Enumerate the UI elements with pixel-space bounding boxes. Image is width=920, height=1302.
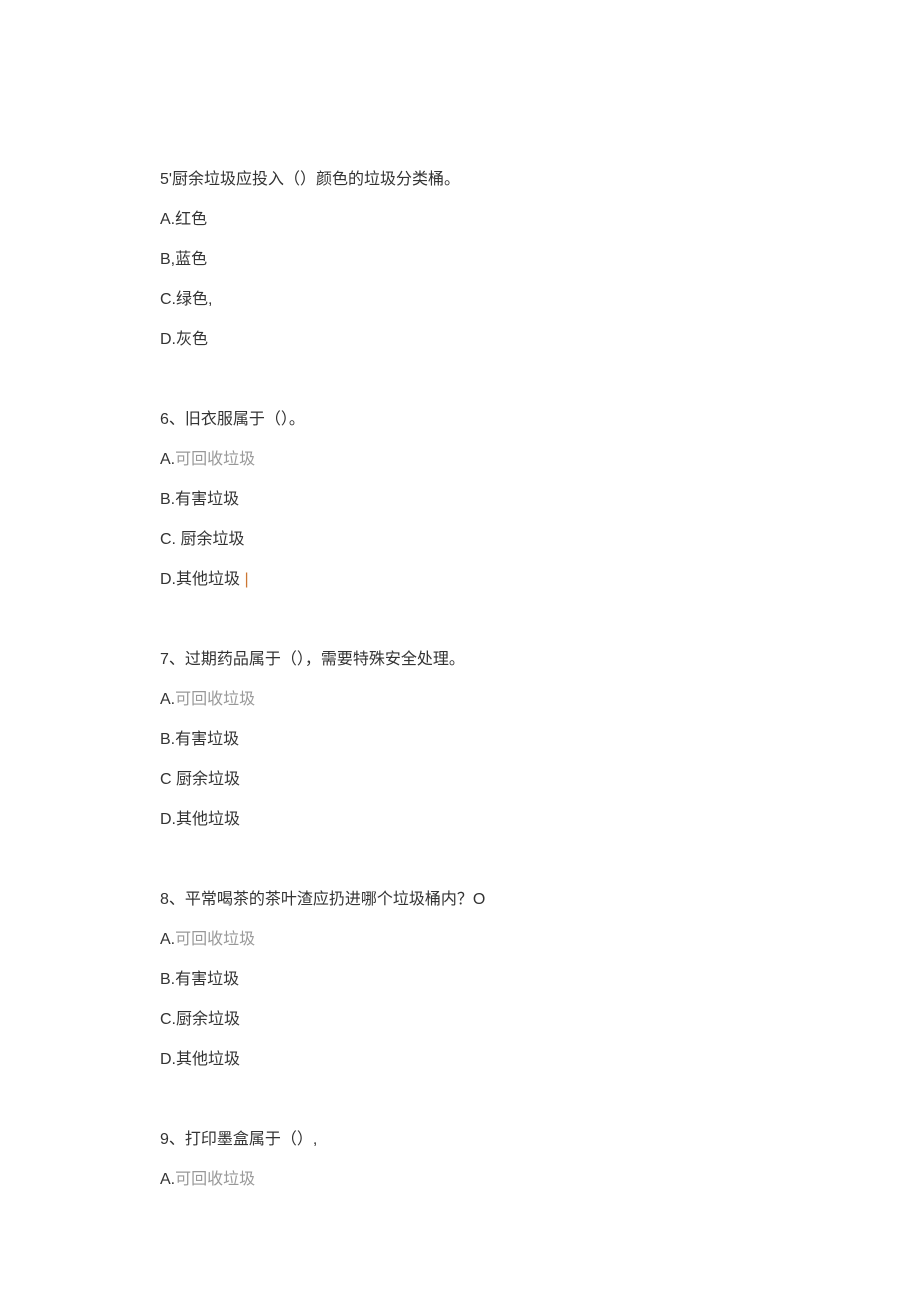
question-stem: 过期药品属于（），需要特殊安全处理。: [185, 651, 465, 668]
option: B.有害垃圾: [160, 960, 760, 1000]
question-stem: 平常喝茶的茶叶渣应扔进哪个垃圾桶内？O: [185, 891, 485, 908]
option: C.绿色,: [160, 280, 760, 320]
option-label: B,: [160, 251, 175, 268]
option-label: B.: [160, 491, 175, 508]
option-label: B.: [160, 731, 175, 748]
option-label: C.: [160, 531, 180, 548]
question-number: 7、: [160, 651, 185, 668]
option: B.有害垃圾: [160, 720, 760, 760]
option-label: D.: [160, 571, 176, 588]
option-label: A.: [160, 691, 175, 708]
option: A.红色: [160, 200, 760, 240]
option: A.可回收垃圾: [160, 440, 760, 480]
option-label: C: [160, 771, 176, 788]
option-label: C.: [160, 291, 176, 308]
option-label: A.: [160, 1171, 175, 1188]
question-block: 5'厨余垃圾应投入（）颜色的垃圾分类桶。A.红色B,蓝色C.绿色,D.灰色: [160, 160, 760, 360]
question-block: 7、过期药品属于（），需要特殊安全处理。A.可回收垃圾B.有害垃圾C 厨余垃圾D…: [160, 640, 760, 840]
option: A.可回收垃圾: [160, 920, 760, 960]
question-block: 8、平常喝茶的茶叶渣应扔进哪个垃圾桶内？OA.可回收垃圾B.有害垃圾C.厨余垃圾…: [160, 880, 760, 1080]
option-text: 可回收垃圾: [175, 691, 255, 708]
question-stem: 厨余垃圾应投入（）颜色的垃圾分类桶。: [172, 171, 460, 188]
option-text: 可回收垃圾: [175, 931, 255, 948]
option: A.可回收垃圾: [160, 1160, 760, 1200]
option-text: 厨余垃圾: [176, 1011, 240, 1028]
option-text: 有害垃圾: [175, 971, 239, 988]
question-block: 6、旧衣服属于（）。A.可回收垃圾B.有害垃圾C. 厨余垃圾D.其他垃圾 |: [160, 400, 760, 600]
option-label: C.: [160, 1011, 176, 1028]
question-text: 7、过期药品属于（），需要特殊安全处理。: [160, 640, 760, 680]
question-text: 6、旧衣服属于（）。: [160, 400, 760, 440]
option: A.可回收垃圾: [160, 680, 760, 720]
option: C.厨余垃圾: [160, 1000, 760, 1040]
option: D.其他垃圾: [160, 1040, 760, 1080]
option-text: 厨余垃圾: [180, 531, 244, 548]
option-label: D.: [160, 811, 176, 828]
question-number: 8、: [160, 891, 185, 908]
option: D.其他垃圾 |: [160, 560, 760, 600]
cursor-mark: |: [240, 571, 249, 588]
question-number: 5': [160, 171, 172, 188]
option: B.有害垃圾: [160, 480, 760, 520]
question-number: 6、: [160, 411, 185, 428]
document-content: 5'厨余垃圾应投入（）颜色的垃圾分类桶。A.红色B,蓝色C.绿色,D.灰色6、旧…: [160, 160, 760, 1200]
option-text: 蓝色: [175, 251, 207, 268]
question-block: 9、打印墨盒属于（）,A.可回收垃圾: [160, 1120, 760, 1200]
option-text: 有害垃圾: [175, 491, 239, 508]
option-text: 绿色,: [176, 291, 212, 308]
option-text: 灰色: [176, 331, 208, 348]
option-label: B.: [160, 971, 175, 988]
option-text: 其他垃圾: [176, 571, 240, 588]
option-label: A.: [160, 451, 175, 468]
question-stem: 旧衣服属于（）。: [185, 411, 305, 428]
option-label: A.: [160, 211, 175, 228]
option-text: 有害垃圾: [175, 731, 239, 748]
option: C 厨余垃圾: [160, 760, 760, 800]
option: B,蓝色: [160, 240, 760, 280]
option-text: 厨余垃圾: [176, 771, 240, 788]
question-text: 9、打印墨盒属于（）,: [160, 1120, 760, 1160]
question-text: 8、平常喝茶的茶叶渣应扔进哪个垃圾桶内？O: [160, 880, 760, 920]
option: C. 厨余垃圾: [160, 520, 760, 560]
option-text: 其他垃圾: [176, 1051, 240, 1068]
option: D.灰色: [160, 320, 760, 360]
question-number: 9、: [160, 1131, 185, 1148]
question-stem: 打印墨盒属于（）,: [185, 1131, 317, 1148]
option-label: A.: [160, 931, 175, 948]
option-text: 红色: [175, 211, 207, 228]
option-label: D.: [160, 1051, 176, 1068]
option-text: 可回收垃圾: [175, 451, 255, 468]
option-label: D.: [160, 331, 176, 348]
question-text: 5'厨余垃圾应投入（）颜色的垃圾分类桶。: [160, 160, 760, 200]
option-text: 其他垃圾: [176, 811, 240, 828]
option: D.其他垃圾: [160, 800, 760, 840]
option-text: 可回收垃圾: [175, 1171, 255, 1188]
